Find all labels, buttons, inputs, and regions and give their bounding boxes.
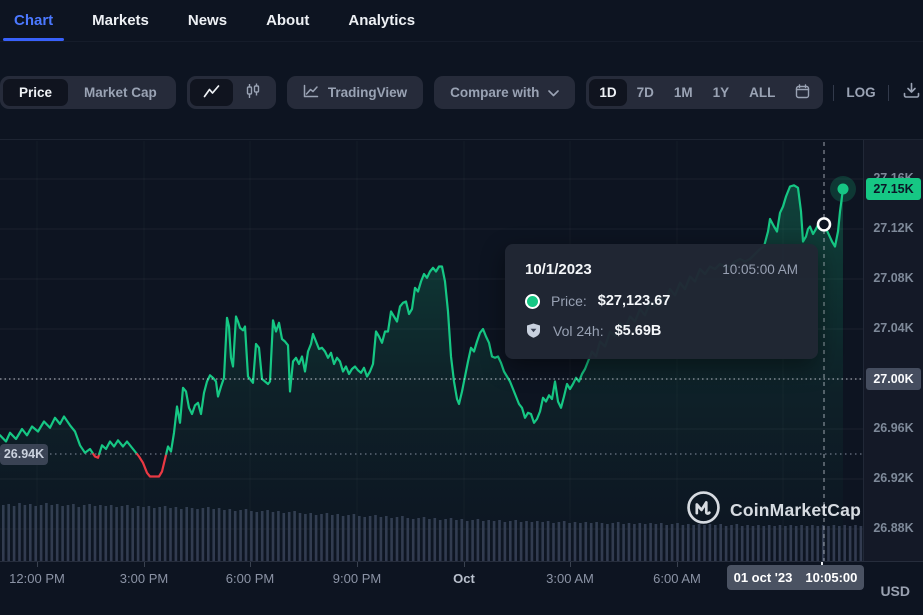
x-axis-label: 9:00 PM: [333, 571, 381, 586]
tooltip-vol-value: $5.69B: [615, 323, 662, 339]
candlestick-chart-type-button[interactable]: [233, 79, 273, 106]
range-1y-button[interactable]: 1Y: [703, 79, 740, 106]
volume-bar: [854, 525, 857, 561]
range-selector: 1D 7D 1M 1Y ALL: [586, 76, 823, 109]
range-7d-button[interactable]: 7D: [627, 79, 664, 106]
x-axis-tick: [677, 562, 678, 567]
line-chart-type-button[interactable]: [190, 79, 233, 106]
volume-bar: [849, 526, 852, 561]
price-series-icon: [525, 294, 540, 309]
x-axis-tick: [37, 562, 38, 567]
download-chart-button[interactable]: [899, 80, 923, 106]
volume-shield-icon: [525, 322, 542, 339]
tooltip-price-label: Price:: [551, 293, 587, 309]
currency-unit-label: USD: [880, 583, 910, 599]
tooltip-time: 10:05:00 AM: [722, 262, 798, 277]
compare-with-label: Compare with: [450, 85, 539, 100]
x-axis-label: 3:00 AM: [546, 571, 594, 586]
toolbar-separator: [888, 85, 889, 101]
crosshair-price-badge: 27.00K: [866, 368, 921, 390]
compare-with-button[interactable]: Compare with: [434, 76, 575, 109]
tab-about[interactable]: About: [266, 0, 309, 41]
x-axis-tick: [570, 562, 571, 567]
current-price-badge: 27.15K: [866, 178, 921, 200]
volume-bar: [843, 525, 846, 561]
market-cap-toggle-button[interactable]: Market Cap: [68, 79, 173, 106]
coinmarketcap-watermark: CoinMarketCap: [686, 490, 861, 530]
x-axis-tick: [144, 562, 145, 567]
date-range-button[interactable]: [785, 79, 820, 106]
tab-markets[interactable]: Markets: [92, 0, 149, 41]
x-axis-label: Oct: [453, 571, 475, 586]
tradingview-icon: [303, 84, 319, 101]
hovered-point-marker: [818, 218, 830, 230]
y-axis-label: 26.96K: [864, 421, 923, 435]
tab-chart[interactable]: Chart: [14, 0, 53, 41]
tab-analytics[interactable]: Analytics: [348, 0, 415, 41]
open-price-label: 26.94K: [0, 444, 48, 465]
x-axis-label: 3:00 PM: [120, 571, 168, 586]
coinmarketcap-logo-icon: [686, 490, 721, 530]
y-axis-label: 27.12K: [864, 221, 923, 235]
log-scale-button[interactable]: LOG: [844, 85, 877, 100]
range-1m-button[interactable]: 1M: [664, 79, 703, 106]
top-navigation: Chart Markets News About Analytics: [0, 0, 923, 42]
metric-toggle: Price Market Cap: [0, 76, 176, 109]
y-axis-label: 27.04K: [864, 321, 923, 335]
crosshair-time-label: 10:05:00: [805, 570, 857, 585]
price-chart-plot[interactable]: [0, 140, 923, 615]
candlestick-icon: [246, 83, 260, 102]
tooltip-price-value: $27,123.67: [598, 293, 671, 309]
calendar-icon: [795, 84, 810, 102]
y-axis-label: 26.92K: [864, 471, 923, 485]
tradingview-label: TradingView: [328, 85, 407, 100]
volume-bar: [860, 526, 863, 561]
price-chart-container: 26.88K 26.92K 26.96K 27.00K 27.04K 27.08K 27.1…: [0, 139, 923, 615]
last-price-marker: [838, 184, 849, 195]
tab-news[interactable]: News: [188, 0, 227, 41]
tooltip-date: 10/1/2023: [525, 261, 592, 278]
chart-tooltip: 10/1/2023 10:05:00 AM Price: $27,123.67 …: [505, 244, 818, 359]
download-icon: [903, 82, 920, 103]
watermark-text: CoinMarketCap: [730, 500, 861, 521]
x-axis-tick: [250, 562, 251, 567]
x-axis-label: 12:00 PM: [9, 571, 65, 586]
chart-type-toggle: [187, 76, 276, 109]
toolbar-right-group: 1D 7D 1M 1Y ALL LOG: [586, 76, 923, 109]
crosshair-date-label: 01 oct '23: [734, 570, 793, 585]
chart-toolbar: Price Market Cap: [0, 76, 919, 109]
x-axis-label: 6:00 AM: [653, 571, 701, 586]
range-all-button[interactable]: ALL: [739, 79, 785, 106]
crosshair-time-badge: 01 oct '23 10:05:00: [727, 565, 864, 590]
coinmarketcap-chart-page: Chart Markets News About Analytics Price…: [0, 0, 923, 615]
price-toggle-button[interactable]: Price: [3, 79, 68, 106]
x-axis-tick: [464, 562, 465, 567]
y-axis-label: 26.88K: [864, 521, 923, 535]
y-axis-label: 27.08K: [864, 271, 923, 285]
x-axis-tick: [357, 562, 358, 567]
x-axis-strip: 01 oct '23 10:05:00 USD 12:00 PM 3:00 PM 6…: [0, 561, 923, 615]
chevron-down-icon: [548, 85, 559, 100]
range-1d-button[interactable]: 1D: [589, 79, 626, 106]
tooltip-vol-label: Vol 24h:: [553, 323, 604, 339]
tradingview-button[interactable]: TradingView: [287, 76, 423, 109]
line-chart-icon: [203, 84, 220, 102]
y-axis-panel: 26.88K 26.92K 26.96K 27.00K 27.04K 27.08K 27.1…: [863, 140, 923, 561]
toolbar-separator: [833, 85, 834, 101]
x-axis-label: 6:00 PM: [226, 571, 274, 586]
